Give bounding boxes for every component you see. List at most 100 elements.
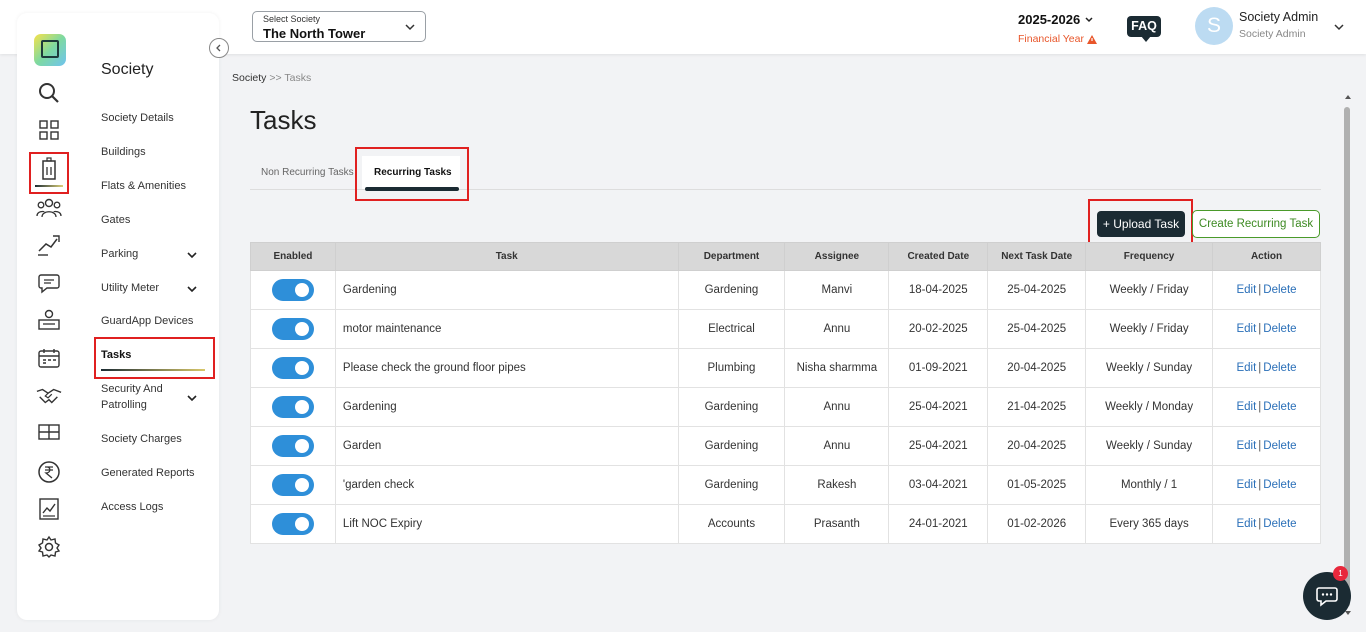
chat-support-icon	[1316, 587, 1338, 607]
enabled-toggle[interactable]	[271, 474, 314, 496]
financial-year-value: 2025-2026	[1018, 12, 1081, 27]
create-recurring-task-button[interactable]: Create Recurring Task	[1192, 210, 1320, 238]
action-separator: |	[1258, 362, 1262, 374]
chevron-down-icon	[1085, 16, 1093, 22]
enabled-toggle[interactable]	[271, 357, 314, 379]
delete-link[interactable]: Delete	[1263, 284, 1296, 296]
column-header: Frequency	[1085, 242, 1214, 271]
created-date-cell: 03-04-2021	[888, 465, 989, 505]
sidebar-item-parking[interactable]: Parking	[101, 248, 138, 260]
chevron-down-icon[interactable]	[186, 284, 198, 294]
sidebar-item-tasks[interactable]: Tasks	[101, 349, 131, 361]
breadcrumb-separator: >>	[269, 72, 282, 84]
chevron-down-icon[interactable]	[186, 250, 198, 260]
delete-link[interactable]: Delete	[1263, 362, 1296, 374]
enabled-toggle[interactable]	[271, 435, 314, 457]
sidebar-item-access-logs[interactable]: Access Logs	[101, 501, 163, 513]
scrollbar-thumb[interactable]	[1344, 107, 1350, 607]
tab-highlight	[355, 147, 469, 201]
action-separator: |	[1258, 479, 1262, 491]
rupee-icon[interactable]	[36, 459, 62, 485]
next-task-date-cell: 20-04-2025	[987, 348, 1087, 388]
assignee-cell: Annu	[784, 426, 890, 466]
enabled-toggle[interactable]	[271, 279, 314, 301]
services-icon[interactable]	[36, 232, 62, 258]
collapse-sidebar-button[interactable]	[209, 38, 229, 58]
society-select[interactable]: Select Society The North Tower	[252, 11, 426, 42]
tab-non-recurring[interactable]: Non Recurring Tasks	[261, 167, 354, 178]
enabled-toggle[interactable]	[271, 513, 314, 535]
task-cell: Gardening	[334, 387, 679, 427]
report-icon[interactable]	[36, 496, 62, 522]
enabled-toggle[interactable]	[271, 396, 314, 418]
action-cell: Edit | Delete	[1212, 426, 1321, 466]
edit-link[interactable]: Edit	[1236, 518, 1256, 530]
building-icon[interactable]	[36, 156, 62, 182]
frequency-cell: Every 365 days	[1085, 504, 1214, 544]
column-header: Department	[677, 242, 786, 271]
society-select-label: Select Society	[263, 14, 321, 24]
search-icon[interactable]	[36, 80, 62, 106]
user-name: Society Admin	[1239, 10, 1319, 24]
edit-link[interactable]: Edit	[1236, 323, 1256, 335]
helpdesk-icon[interactable]	[36, 307, 62, 333]
sidebar-item-gates[interactable]: Gates	[101, 214, 130, 226]
sidebar-item-utility-meter[interactable]: Utility Meter	[101, 282, 159, 294]
edit-link[interactable]: Edit	[1236, 401, 1256, 413]
column-header: Next Task Date	[987, 242, 1087, 271]
user-info[interactable]: Society Admin Society Admin	[1239, 10, 1318, 40]
chevron-down-icon[interactable]	[186, 393, 198, 403]
frequency-cell: Weekly / Friday	[1085, 270, 1214, 310]
delete-link[interactable]: Delete	[1263, 401, 1296, 413]
sidebar-item-security-patrolling[interactable]: Security And Patrolling	[101, 383, 163, 411]
delete-link[interactable]: Delete	[1263, 323, 1296, 335]
frequency-cell: Weekly / Friday	[1085, 309, 1214, 349]
edit-link[interactable]: Edit	[1236, 479, 1256, 491]
column-header: Task	[334, 242, 679, 271]
faq-button[interactable]: FAQ	[1127, 16, 1161, 42]
calendar-icon[interactable]	[36, 345, 62, 371]
column-header: Enabled	[250, 242, 336, 271]
chevron-down-icon[interactable]	[1333, 22, 1345, 32]
sidebar-item-society-charges[interactable]: Society Charges	[101, 433, 182, 445]
dashboard-icon[interactable]	[36, 117, 62, 143]
sidebar-item-guardapp-devices[interactable]: GuardApp Devices	[101, 315, 193, 327]
task-cell: Please check the ground floor pipes	[334, 348, 679, 388]
edit-link[interactable]: Edit	[1236, 362, 1256, 374]
created-date-cell: 18-04-2025	[888, 270, 989, 310]
action-separator: |	[1258, 323, 1262, 335]
department-cell: Accounts	[677, 504, 786, 544]
next-task-date-cell: 20-04-2025	[987, 426, 1087, 466]
sidebar-item-flats-amenities[interactable]: Flats & Amenities	[101, 180, 186, 192]
department-cell: Gardening	[677, 426, 786, 466]
scroll-up-icon[interactable]	[1344, 93, 1352, 101]
action-separator: |	[1258, 284, 1262, 296]
frequency-cell: Weekly / Sunday	[1085, 426, 1214, 466]
edit-link[interactable]: Edit	[1236, 440, 1256, 452]
chat-icon[interactable]	[36, 270, 62, 296]
column-header: Action	[1212, 242, 1321, 271]
sidebar-item-buildings[interactable]: Buildings	[101, 146, 146, 158]
avatar[interactable]: S	[1195, 7, 1233, 45]
department-cell: Gardening	[677, 465, 786, 505]
sidebar-item-label: Security And	[101, 383, 163, 395]
financial-year-select[interactable]: 2025-2026 Financial Year	[1018, 12, 1098, 45]
table-row: Please check the ground floor pipes Plumb…	[250, 348, 1321, 388]
handshake-icon[interactable]	[36, 383, 62, 409]
sidebar-item-generated-reports[interactable]: Generated Reports	[101, 467, 195, 479]
task-cell: Gardening	[334, 270, 679, 310]
upload-task-button[interactable]: + Upload Task	[1097, 211, 1185, 237]
amenities-icon[interactable]	[36, 419, 62, 445]
delete-link[interactable]: Delete	[1263, 518, 1296, 530]
delete-link[interactable]: Delete	[1263, 479, 1296, 491]
breadcrumb-root[interactable]: Society	[232, 72, 266, 84]
assignee-cell: Annu	[784, 387, 890, 427]
residents-icon[interactable]	[36, 195, 62, 221]
app-logo[interactable]	[34, 34, 66, 66]
edit-link[interactable]: Edit	[1236, 284, 1256, 296]
delete-link[interactable]: Delete	[1263, 440, 1296, 452]
settings-icon[interactable]	[36, 534, 62, 560]
sidebar-item-society-details[interactable]: Society Details	[101, 112, 174, 124]
enabled-toggle[interactable]	[271, 318, 314, 340]
next-task-date-cell: 21-04-2025	[987, 387, 1087, 427]
